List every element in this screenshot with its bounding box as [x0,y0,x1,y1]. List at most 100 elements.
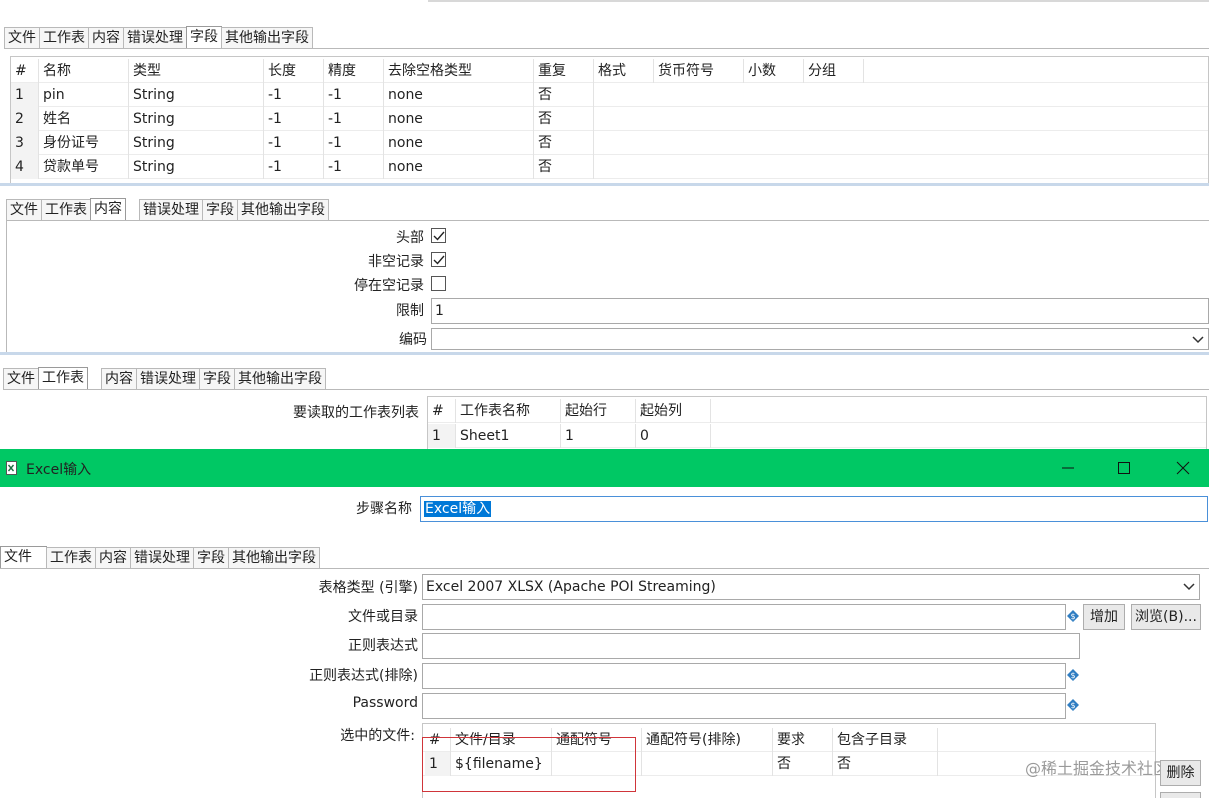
dialog-titlebar[interactable]: Excel输入 [0,449,1209,487]
tab-error[interactable]: 错误处理 [139,199,203,221]
regex-input[interactable] [422,633,1080,659]
tab-sheet[interactable]: 工作表 [41,199,91,221]
encoding-select[interactable] [431,328,1209,350]
cell-repeat[interactable]: 否 [534,131,594,155]
cell-wildcard-exclude[interactable] [642,752,773,776]
table-row[interactable]: 4 贷款单号 String -1 -1 none 否 [11,155,1208,179]
sheets-grid[interactable]: # 工作表名称 起始行 起始列 1 Sheet1 1 0 [427,396,1207,452]
tab-fields[interactable]: 字段 [193,547,229,569]
cell-type[interactable]: String [129,155,264,179]
col-include-subdir[interactable]: 包含子目录 [833,728,938,752]
stop-empty-checkbox[interactable] [431,276,446,291]
col-precision[interactable]: 精度 [324,59,384,83]
col-required[interactable]: 要求 [773,728,833,752]
cell-precision[interactable]: -1 [324,83,384,107]
variable-icon[interactable]: $ [1067,610,1079,622]
tab-content[interactable]: 内容 [95,547,131,569]
col-start-row[interactable]: 起始行 [561,399,636,423]
col-start-col[interactable]: 起始列 [636,399,711,423]
variable-icon[interactable]: $ [1067,669,1079,681]
tab-fields[interactable]: 字段 [199,368,235,390]
cell-sheet-name[interactable]: Sheet1 [456,424,561,448]
tab-sheet[interactable]: 工作表 [46,547,96,569]
nonempty-checkbox[interactable] [431,252,446,267]
delete-button[interactable]: 删除 [1160,760,1201,786]
tab-other-output[interactable]: 其他输出字段 [237,199,329,221]
cell-precision[interactable]: -1 [324,131,384,155]
chevron-down-icon[interactable] [1192,336,1204,344]
col-type[interactable]: 类型 [129,59,264,83]
tab-sheet[interactable]: 工作表 [38,367,88,390]
cell-start-col[interactable]: 0 [636,424,711,448]
tab-error[interactable]: 错误处理 [136,368,200,390]
cell-name[interactable]: pin [39,83,129,107]
cell-length[interactable]: -1 [264,155,324,179]
cell-type[interactable]: String [129,131,264,155]
cell-repeat[interactable]: 否 [534,83,594,107]
tab-file[interactable]: 文件 [0,546,47,569]
col-trim[interactable]: 去除空格类型 [384,59,534,83]
password-input[interactable] [422,693,1066,719]
maximize-icon[interactable] [1117,461,1131,475]
cell-trim[interactable]: none [384,83,534,107]
cell-type[interactable]: String [129,107,264,131]
regex-exclude-input[interactable] [422,663,1066,689]
cell-type[interactable]: String [129,83,264,107]
cell-required[interactable]: 否 [773,752,833,776]
add-button[interactable]: 增加 [1083,604,1125,630]
col-format[interactable]: 格式 [594,59,654,83]
tab-file[interactable]: 文件 [4,27,40,49]
col-repeat[interactable]: 重复 [534,59,594,83]
cell-start-row[interactable]: 1 [561,424,636,448]
cell-repeat[interactable]: 否 [534,155,594,179]
cell-precision[interactable]: -1 [324,107,384,131]
col-name[interactable]: 名称 [39,59,129,83]
minimize-icon[interactable] [1061,461,1075,475]
cell-trim[interactable]: none [384,131,534,155]
col-wildcard-exclude[interactable]: 通配符号(排除) [642,728,773,752]
tab-file[interactable]: 文件 [3,368,39,390]
tab-other-output[interactable]: 其他输出字段 [228,547,320,569]
table-row[interactable]: 1 Sheet1 1 0 [428,424,1206,448]
col-length[interactable]: 长度 [264,59,324,83]
tab-sheet[interactable]: 工作表 [39,27,89,49]
tab-other-output[interactable]: 其他输出字段 [221,27,313,49]
table-row[interactable]: 3 身份证号 String -1 -1 none 否 [11,131,1208,155]
col-index[interactable]: # [428,399,456,423]
cell-name[interactable]: 姓名 [39,107,129,131]
tab-fields[interactable]: 字段 [202,199,238,221]
cell-length[interactable]: -1 [264,107,324,131]
spreadsheet-type-select[interactable]: Excel 2007 XLSX (Apache POI Streaming) [422,574,1200,600]
close-icon[interactable] [1176,461,1190,475]
cell-include-subdir[interactable]: 否 [833,752,938,776]
col-currency[interactable]: 货币符号 [654,59,744,83]
cell-name[interactable]: 身份证号 [39,131,129,155]
cell-trim[interactable]: none [384,155,534,179]
browse-button[interactable]: 浏览(B)... [1131,604,1201,630]
file-or-dir-input[interactable] [422,604,1066,630]
table-row[interactable]: 2 姓名 String -1 -1 none 否 [11,107,1208,131]
limit-input[interactable]: 1 [431,298,1209,324]
col-index[interactable]: # [11,59,39,83]
tab-content[interactable]: 内容 [90,198,126,221]
chevron-down-icon[interactable] [1183,583,1195,591]
variable-icon[interactable]: $ [1067,699,1079,711]
cell-length[interactable]: -1 [264,131,324,155]
col-sheet-name[interactable]: 工作表名称 [456,399,561,423]
tab-fields[interactable]: 字段 [186,26,222,49]
cell-trim[interactable]: none [384,107,534,131]
tab-file[interactable]: 文件 [6,199,42,221]
cell-length[interactable]: -1 [264,83,324,107]
col-decimal[interactable]: 小数 [744,59,804,83]
tab-error[interactable]: 错误处理 [123,27,187,49]
cell-name[interactable]: 贷款单号 [39,155,129,179]
table-row[interactable]: 1 pin String -1 -1 none 否 [11,83,1208,107]
fields-grid[interactable]: # 名称 类型 长度 精度 去除空格类型 重复 格式 货币符号 小数 分组 1 … [10,56,1209,186]
step-name-input[interactable]: Excel输入 [420,496,1208,522]
tab-other-output[interactable]: 其他输出字段 [234,368,326,390]
col-group[interactable]: 分组 [804,59,864,83]
cell-repeat[interactable]: 否 [534,107,594,131]
cell-precision[interactable]: -1 [324,155,384,179]
header-checkbox[interactable] [431,228,446,243]
tab-error[interactable]: 错误处理 [130,547,194,569]
